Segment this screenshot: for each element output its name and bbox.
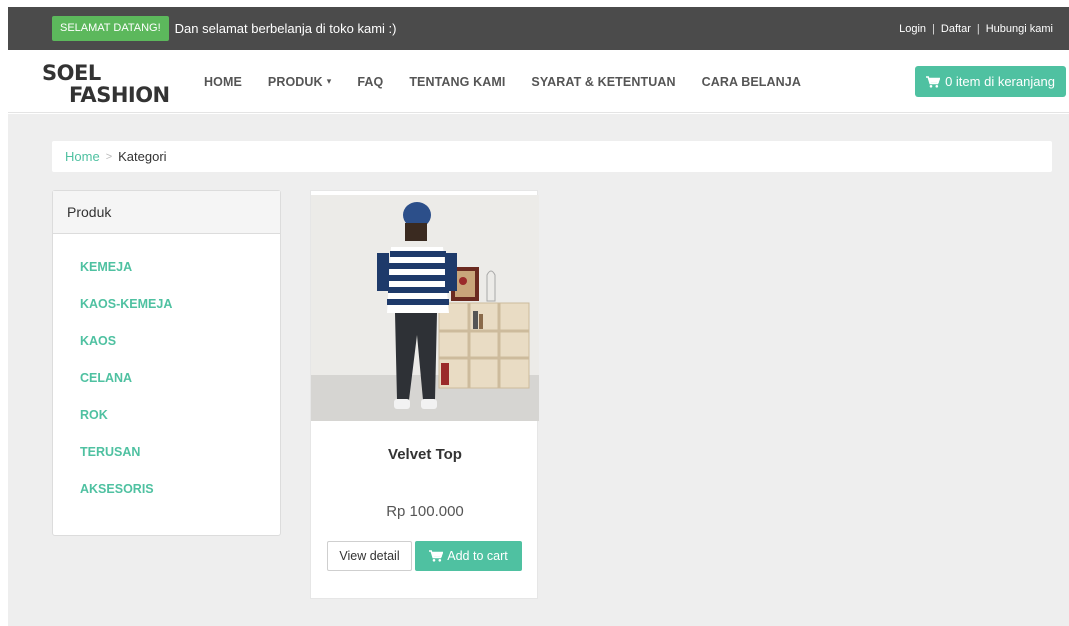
top-links: Login | Daftar | Hubungi kami [899, 23, 1053, 35]
category-kaos[interactable]: KAOS [80, 334, 116, 348]
list-item: KEMEJA [80, 258, 280, 295]
top-bar: SELAMAT DATANG! Dan selamat berbelanja d… [8, 7, 1069, 50]
category-celana[interactable]: CELANA [80, 371, 132, 385]
cart-button[interactable]: 0 item di keranjang [915, 66, 1066, 97]
menu-tentang-kami[interactable]: TENTANG KAMI [409, 75, 505, 89]
product-price: Rp 100.000 [386, 503, 464, 520]
breadcrumb-separator: > [105, 150, 113, 163]
main-navbar: SOEL FASHION HOME PRODUK ▾ FAQ TENTANG K… [8, 50, 1069, 113]
add-to-cart-label: Add to cart [447, 549, 508, 563]
product-name[interactable]: Velvet Top [311, 446, 539, 463]
contact-link[interactable]: Hubungi kami [986, 23, 1053, 35]
category-kaos-kemeja[interactable]: KAOS-KEMEJA [80, 297, 172, 311]
category-rok[interactable]: ROK [80, 408, 108, 422]
list-item: CELANA [80, 369, 280, 406]
link-separator: | [976, 22, 980, 35]
breadcrumb: Home > Kategori [52, 141, 1052, 172]
product-card: Velvet Top Rp 100.000 View detail Add to… [310, 190, 539, 599]
welcome-text: Dan selamat berbelanja di toko kami :) [174, 21, 397, 36]
category-terusan[interactable]: TERUSAN [80, 445, 140, 459]
list-item: ROK [80, 406, 280, 443]
menu-syarat-ketentuan[interactable]: SYARAT & KETENTUAN [531, 75, 675, 89]
list-item: KAOS-KEMEJA [80, 295, 280, 332]
view-detail-button[interactable]: View detail [327, 541, 412, 571]
category-list: KEMEJA KAOS-KEMEJA KAOS CELANA ROK TERUS… [53, 234, 280, 517]
cart-button-label: 0 item di keranjang [945, 74, 1055, 89]
breadcrumb-home[interactable]: Home [65, 149, 100, 164]
link-separator: | [932, 22, 935, 35]
login-link[interactable]: Login [899, 23, 926, 35]
welcome-badge: SELAMAT DATANG! [52, 16, 169, 41]
site-logo[interactable]: SOEL FASHION [42, 62, 170, 106]
menu-faq[interactable]: FAQ [357, 75, 383, 89]
caret-down-icon: ▾ [326, 76, 332, 86]
add-to-cart-button[interactable]: Add to cart [415, 541, 522, 571]
list-item: TERUSAN [80, 443, 280, 480]
category-sidebar: Produk KEMEJA KAOS-KEMEJA KAOS CELANA RO… [52, 190, 281, 536]
main-content: Home > Kategori Produk KEMEJA KAOS-KEMEJ… [8, 114, 1069, 626]
list-item: AKSESORIS [80, 480, 280, 517]
sidebar-title: Produk [53, 191, 280, 234]
shopping-cart-icon [926, 75, 941, 88]
breadcrumb-current: Kategori [118, 149, 167, 164]
list-item: KAOS [80, 332, 280, 369]
shopping-cart-icon [429, 550, 444, 562]
menu-cara-belanja[interactable]: CARA BELANJA [702, 75, 801, 89]
category-aksesoris[interactable]: AKSESORIS [80, 482, 154, 496]
logo-line-1: SOEL [42, 61, 101, 85]
category-kemeja[interactable]: KEMEJA [80, 260, 132, 274]
menu-produk[interactable]: PRODUK ▾ [268, 75, 331, 89]
product-image[interactable] [311, 195, 539, 421]
main-menu: HOME PRODUK ▾ FAQ TENTANG KAMI SYARAT & … [204, 50, 827, 113]
register-link[interactable]: Daftar [941, 23, 971, 35]
menu-home[interactable]: HOME [204, 75, 242, 89]
menu-produk-label: PRODUK [267, 74, 323, 89]
logo-line-2: FASHION [69, 83, 170, 107]
